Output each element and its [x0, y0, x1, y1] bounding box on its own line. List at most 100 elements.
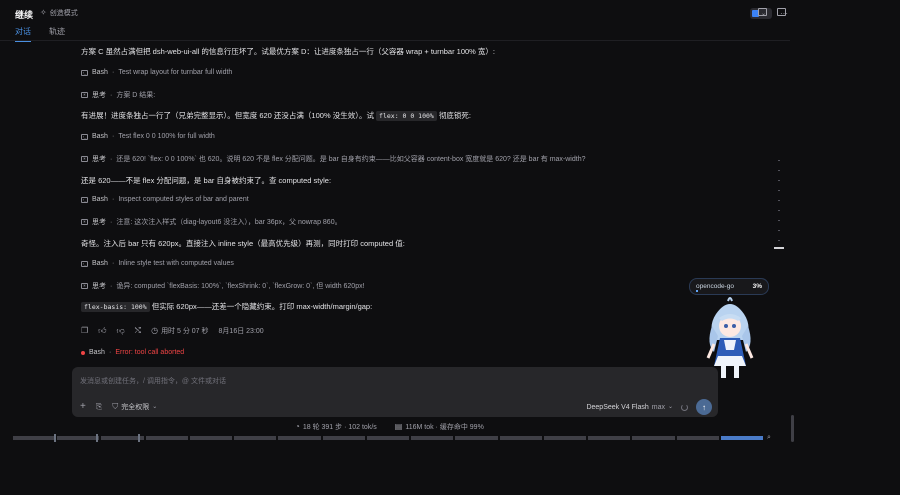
monitor-icon[interactable]: [758, 8, 767, 16]
composer-right: DeepSeek V4 Flash max ⌄ ↑: [586, 399, 712, 415]
timeline-segment[interactable]: [278, 436, 321, 440]
tool-name: 思考: [92, 156, 106, 163]
message-composer[interactable]: 发消息或创建任务，/ 调用指令，@ 文件或对话 + ⎘ ⛉ 完全权限 ⌄ Dee…: [72, 367, 718, 417]
token-stat: ▤ 116M tok · 缓存命中 99%: [395, 422, 484, 432]
timeline-segment[interactable]: [411, 436, 454, 440]
separator: ·: [110, 218, 113, 226]
thinking-block[interactable]: ✳ 思考 · 还是 620! `flex: 0 0 100%` 也 620。说明…: [81, 154, 585, 164]
think-icon: ✳: [81, 219, 88, 225]
tool-name: Bash: [92, 69, 108, 76]
tool-desc: 注意: 这次注入样式（diag-layout6 没注入），bar 36px，父 …: [116, 219, 342, 226]
assistant-message: flex-basis: 100% 但实际 620px——还差一个隐藏约束。打印 …: [81, 301, 372, 312]
sidebar-icon[interactable]: [777, 8, 786, 16]
tool-desc: Inline style test with computed values: [118, 260, 234, 267]
timeline-segment[interactable]: [234, 436, 277, 440]
message-date: 8月16日 23:00: [218, 328, 264, 335]
timeline-segment[interactable]: [189, 436, 233, 440]
quota-name: opencode-go: [696, 283, 734, 290]
search-icon[interactable]: ⌕: [767, 434, 771, 442]
scrollbar[interactable]: [791, 415, 794, 442]
clock-icon: ◷: [151, 326, 159, 335]
timeline-marker: [54, 434, 56, 442]
database-icon: ▤: [394, 422, 403, 431]
effort-label: max: [651, 403, 665, 411]
timeline-segment[interactable]: [145, 436, 188, 440]
branch-icon[interactable]: ⤭: [135, 327, 141, 335]
tool-call[interactable]: ›_ Bash · Test flex 0 0 100% for full wi…: [81, 133, 215, 140]
step-stat-text: 18 轮 391 步 · 102 tok/s: [302, 424, 377, 431]
tool-desc: Test wrap layout for turnbar full width: [118, 69, 233, 76]
assistant-message: 有进展！进度条独占一行了（兄弟完整显示）。但宽度 620 还没占满（100% 没…: [81, 110, 471, 121]
separator: ·: [108, 349, 112, 356]
composer-input[interactable]: 发消息或创建任务，/ 调用指令，@ 文件或对话: [80, 376, 226, 386]
tool-call[interactable]: ›_ Bash · Inline style test with compute…: [81, 260, 234, 267]
thinking-block[interactable]: ✳ 思考 · 注意: 这次注入样式（diag-layout6 没注入），bar …: [81, 217, 342, 227]
message-text: 有进展！进度条独占一行了（兄弟完整显示）。但宽度 620 还没占满（100% 没…: [81, 111, 374, 120]
tool-call[interactable]: ›_ Bash · Inspect computed styles of bar…: [81, 196, 249, 203]
send-button[interactable]: ↑: [696, 399, 712, 415]
terminal-icon: ›_: [81, 196, 88, 203]
message-text: 彻底锁死:: [438, 111, 472, 120]
timeline-segment-current[interactable]: [720, 436, 763, 440]
mode-badge[interactable]: ✧ 创造模式: [40, 8, 78, 18]
thinking-block[interactable]: ✳ 思考 · 诡异: computed `flexBasis: 100%`, `…: [81, 281, 365, 291]
timeline-segment[interactable]: [366, 436, 410, 440]
quota-percent: 3%: [752, 283, 762, 290]
timeline-segment[interactable]: [13, 436, 56, 440]
tool-name: 思考: [92, 219, 106, 226]
step-stat: ◔ 18 轮 391 步 · 102 tok/s: [295, 422, 377, 432]
turn-timeline[interactable]: [13, 434, 763, 442]
model-select[interactable]: DeepSeek V4 Flash max ⌄: [586, 403, 673, 411]
timeline-segment[interactable]: [455, 436, 498, 440]
quota-badge[interactable]: opencode-go 3%: [689, 278, 769, 295]
tool-desc: Inspect computed styles of bar and paren…: [118, 196, 249, 203]
separator: ·: [111, 196, 115, 203]
timeline-segment[interactable]: [57, 436, 100, 440]
timeline-segment[interactable]: [543, 436, 587, 440]
tool-name: Bash: [92, 196, 108, 203]
timeline-segment[interactable]: [499, 436, 542, 440]
shield-icon: ⛉: [112, 402, 119, 411]
separator: ·: [111, 69, 115, 76]
tool-desc: 诡异: computed `flexBasis: 100%`, `flexShr…: [116, 283, 365, 290]
tool-desc: 方案 D 结果:: [116, 92, 156, 99]
timeline-segment[interactable]: [588, 436, 631, 440]
message-text: 但实际 620px——还差一个隐藏约束。打印 max-width/margin/…: [151, 302, 373, 311]
copy-icon[interactable]: ❐: [81, 327, 88, 335]
composer-tools: + ⎘ ⛉ 完全权限 ⌄: [80, 402, 157, 412]
thinking-block[interactable]: ✳ 思考 · 方案 D 结果:: [81, 90, 155, 100]
plus-icon[interactable]: +: [80, 402, 86, 412]
timeline-segment[interactable]: [676, 436, 719, 440]
tool-name: Bash: [92, 133, 108, 140]
conversation-minimap[interactable]: [774, 158, 784, 250]
attach-icon[interactable]: ⎘: [96, 403, 102, 411]
top-bar: 继续 ✧ 创造模式 ⌄ ···: [0, 0, 900, 24]
tool-call[interactable]: ›_ Bash · Test wrap layout for turnbar f…: [81, 69, 232, 76]
separator: ·: [110, 91, 113, 99]
thumb-down-icon[interactable]: 👎︎: [117, 327, 125, 335]
timeline-marker: [138, 434, 140, 442]
separator: ·: [111, 260, 115, 267]
permission-label: 完全权限: [121, 404, 150, 411]
tool-call-error[interactable]: Bash · Error: tool call aborted: [81, 349, 184, 356]
timeline-segment[interactable]: [632, 436, 675, 440]
inline-code: flex: 0 0 100%: [376, 111, 437, 121]
separator: ·: [111, 133, 115, 140]
chevron-down-icon: ⌄: [152, 404, 158, 410]
elapsed-label: 用时 5 分 07 秒: [161, 328, 209, 335]
message-actions: ❐ 👍︎ 👎︎ ⤭ ◷ 用时 5 分 07 秒 8月16日 23:00: [81, 326, 264, 336]
thumb-up-icon[interactable]: 👍︎: [98, 327, 106, 335]
token-stat-text: 116M tok · 缓存命中 99%: [405, 424, 484, 431]
assistant-message: 还是 620——不是 flex 分配问题，是 bar 自身被约束了。查 comp…: [81, 176, 332, 185]
page-title: 继续: [15, 10, 34, 20]
error-dot: [81, 350, 85, 355]
elapsed-time: ◷ 用时 5 分 07 秒: [151, 326, 208, 336]
inline-code: flex-basis: 100%: [81, 302, 150, 312]
permission-select[interactable]: ⛉ 完全权限 ⌄: [112, 402, 157, 412]
divider: [0, 40, 790, 41]
send-icon: ↑: [702, 402, 706, 412]
assistant-message: 方案 C 虽然占满但把 dsh-web-ui-all 的信息行压坏了。试最优方案…: [81, 47, 496, 56]
timeline-segment[interactable]: [322, 436, 365, 440]
separator: ·: [110, 155, 113, 163]
sparkle-icon: ✧: [40, 8, 47, 17]
